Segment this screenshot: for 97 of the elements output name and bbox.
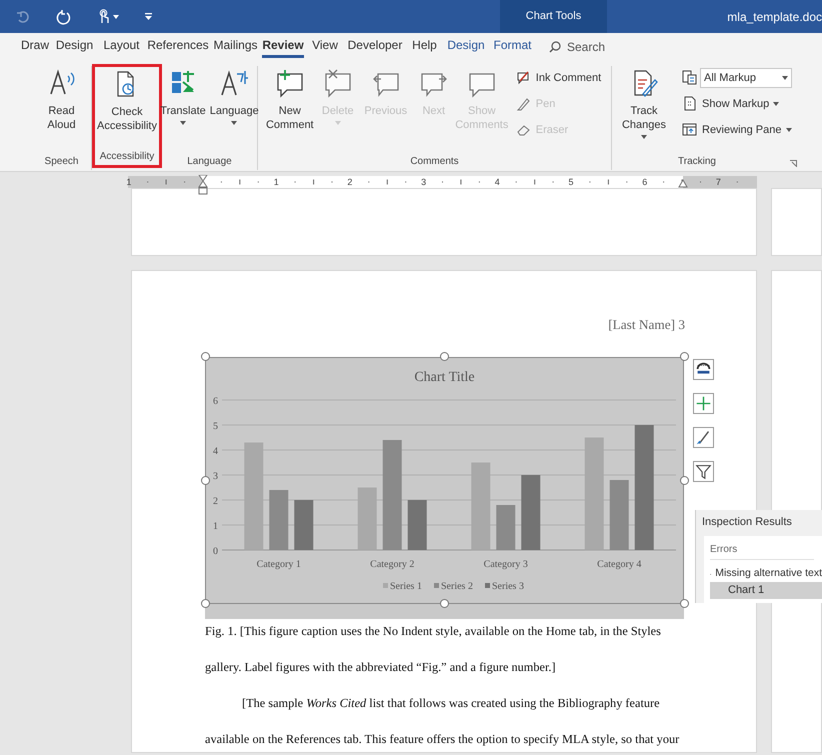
caret-icon: [786, 128, 792, 132]
ribbon-button[interactable]: Read Aloud: [35, 66, 88, 132]
ribbon-tab[interactable]: Mailings: [210, 34, 261, 60]
ribbon-tab[interactable]: View: [305, 34, 345, 60]
layout-options-button[interactable]: [693, 358, 714, 380]
group-label: Tracking: [677, 155, 717, 169]
axis-label: 3: [213, 470, 218, 482]
axis-label: Category 2: [370, 558, 414, 570]
ribbon-icon: [322, 68, 353, 98]
caret-icon: [334, 121, 341, 125]
ribbon-button[interactable]: Reviewing Pane: [682, 120, 792, 140]
caret-icon: [180, 121, 186, 125]
caret-icon: [113, 14, 119, 18]
ribbon-tab[interactable]: References: [146, 34, 210, 60]
axis-label: 5: [213, 420, 218, 432]
chart-bar: [610, 480, 629, 550]
resize-handle[interactable]: [440, 352, 449, 362]
ribbon-icon: [516, 96, 532, 112]
section-heading: Errors: [710, 542, 814, 560]
chart-elements-button[interactable]: [693, 392, 714, 414]
chart-styles-button[interactable]: [693, 426, 714, 448]
paragraph: [The sample Works Cited list that follows was created using the Bibliography feature available on the References tab. This feature offers the option to specify MLA style, so that your: [205, 694, 680, 748]
legend-entry: Series 2: [434, 580, 473, 592]
resize-handle[interactable]: [680, 352, 688, 362]
ribbon-tab[interactable]: Format: [488, 34, 537, 60]
legend-entry: Series 1: [383, 580, 422, 592]
group-label: Accessibility: [98, 150, 156, 164]
ribbon-button[interactable]: Language: [210, 66, 259, 125]
redo-icon: [56, 8, 72, 24]
chart-bar: [269, 490, 288, 550]
markup-icon: [682, 70, 698, 86]
ribbon-tab[interactable]: Layout: [97, 34, 146, 60]
chart-bar: [294, 500, 314, 550]
customize-toolbar-button[interactable]: [145, 12, 152, 20]
ruler-number: 7: [716, 176, 721, 188]
pane-title: Inspection Results: [702, 515, 793, 530]
caret-icon: [641, 135, 647, 139]
page-header: [Last Name] 3: [607, 316, 685, 334]
indent-marker[interactable]: [198, 175, 208, 195]
ribbon-tab[interactable]: Developer: [345, 34, 405, 60]
ribbon-button[interactable]: Show Markup: [682, 94, 792, 114]
undo-icon: [16, 10, 30, 24]
chart-title: Chart Title: [414, 370, 475, 385]
legend-label: Series 1: [390, 580, 422, 592]
tree-item[interactable]: Missing alternative text: [710, 566, 822, 582]
ruler-number: 3: [421, 176, 426, 188]
axis-label: 1: [213, 520, 218, 532]
ruler-number: 1: [274, 176, 279, 188]
resize-handle[interactable]: [200, 352, 210, 362]
caret-icon: [782, 76, 788, 80]
ribbon-icon: [682, 96, 698, 112]
group-label: Language: [186, 155, 233, 169]
ruler-number: 1: [126, 176, 132, 188]
ribbon-tab[interactable]: Help: [405, 34, 444, 60]
axis-label: Category 4: [597, 558, 642, 570]
search-icon: [549, 41, 561, 53]
ribbon-button[interactable]: Track Changes: [618, 66, 670, 139]
tree-item[interactable]: Chart 1: [710, 582, 822, 599]
ruler-number: 6: [642, 176, 648, 188]
axis-label: 0: [213, 546, 218, 557]
search-field[interactable]: Search: [549, 34, 606, 60]
axis-label: Category 3: [484, 558, 528, 570]
axis-label: Category 1: [256, 558, 301, 570]
contextual-tab-header: Chart Tools: [500, 0, 607, 33]
ribbon-icon: [274, 68, 305, 98]
legend-label: Series 2: [441, 580, 473, 592]
redo-button[interactable]: [56, 8, 72, 24]
ribbon-tab[interactable]: Draw: [18, 34, 52, 60]
resize-handle[interactable]: [200, 599, 210, 608]
ribbon-icon: [219, 68, 250, 98]
ribbon-button[interactable]: Ink Comment: [516, 68, 602, 88]
touch-mode-button[interactable]: [98, 9, 119, 24]
axis-label: 6: [213, 396, 218, 407]
axis-label: 4: [213, 446, 218, 457]
chart-filters-button[interactable]: [693, 460, 714, 482]
ruler-number: 2: [347, 176, 352, 188]
group-label: Speech: [44, 155, 80, 169]
chart-bar: [408, 500, 427, 550]
ribbon-tab[interactable]: Design: [52, 34, 97, 60]
group-label: Comments: [409, 155, 460, 169]
document-title: mla_template.doc: [727, 8, 822, 26]
axis-label: 2: [213, 496, 218, 507]
customize-icon: [145, 12, 152, 20]
dialog-launcher-icon: [790, 160, 797, 167]
hand-icon: [98, 9, 110, 24]
ribbon-button[interactable]: New Comment: [268, 66, 312, 132]
chart-bar: [496, 504, 516, 550]
resize-handle[interactable]: [200, 476, 210, 485]
ruler-number: 5: [568, 176, 574, 188]
ribbon-icon: [682, 122, 698, 138]
page: [771, 188, 822, 256]
ruler-number: 4: [494, 176, 500, 188]
legend-label: Series 3: [492, 580, 524, 592]
caret-icon: [231, 121, 238, 125]
legend-entry: Series 3: [485, 580, 524, 592]
ribbon-tab[interactable]: Design: [444, 34, 488, 60]
caret-icon: [773, 102, 780, 106]
